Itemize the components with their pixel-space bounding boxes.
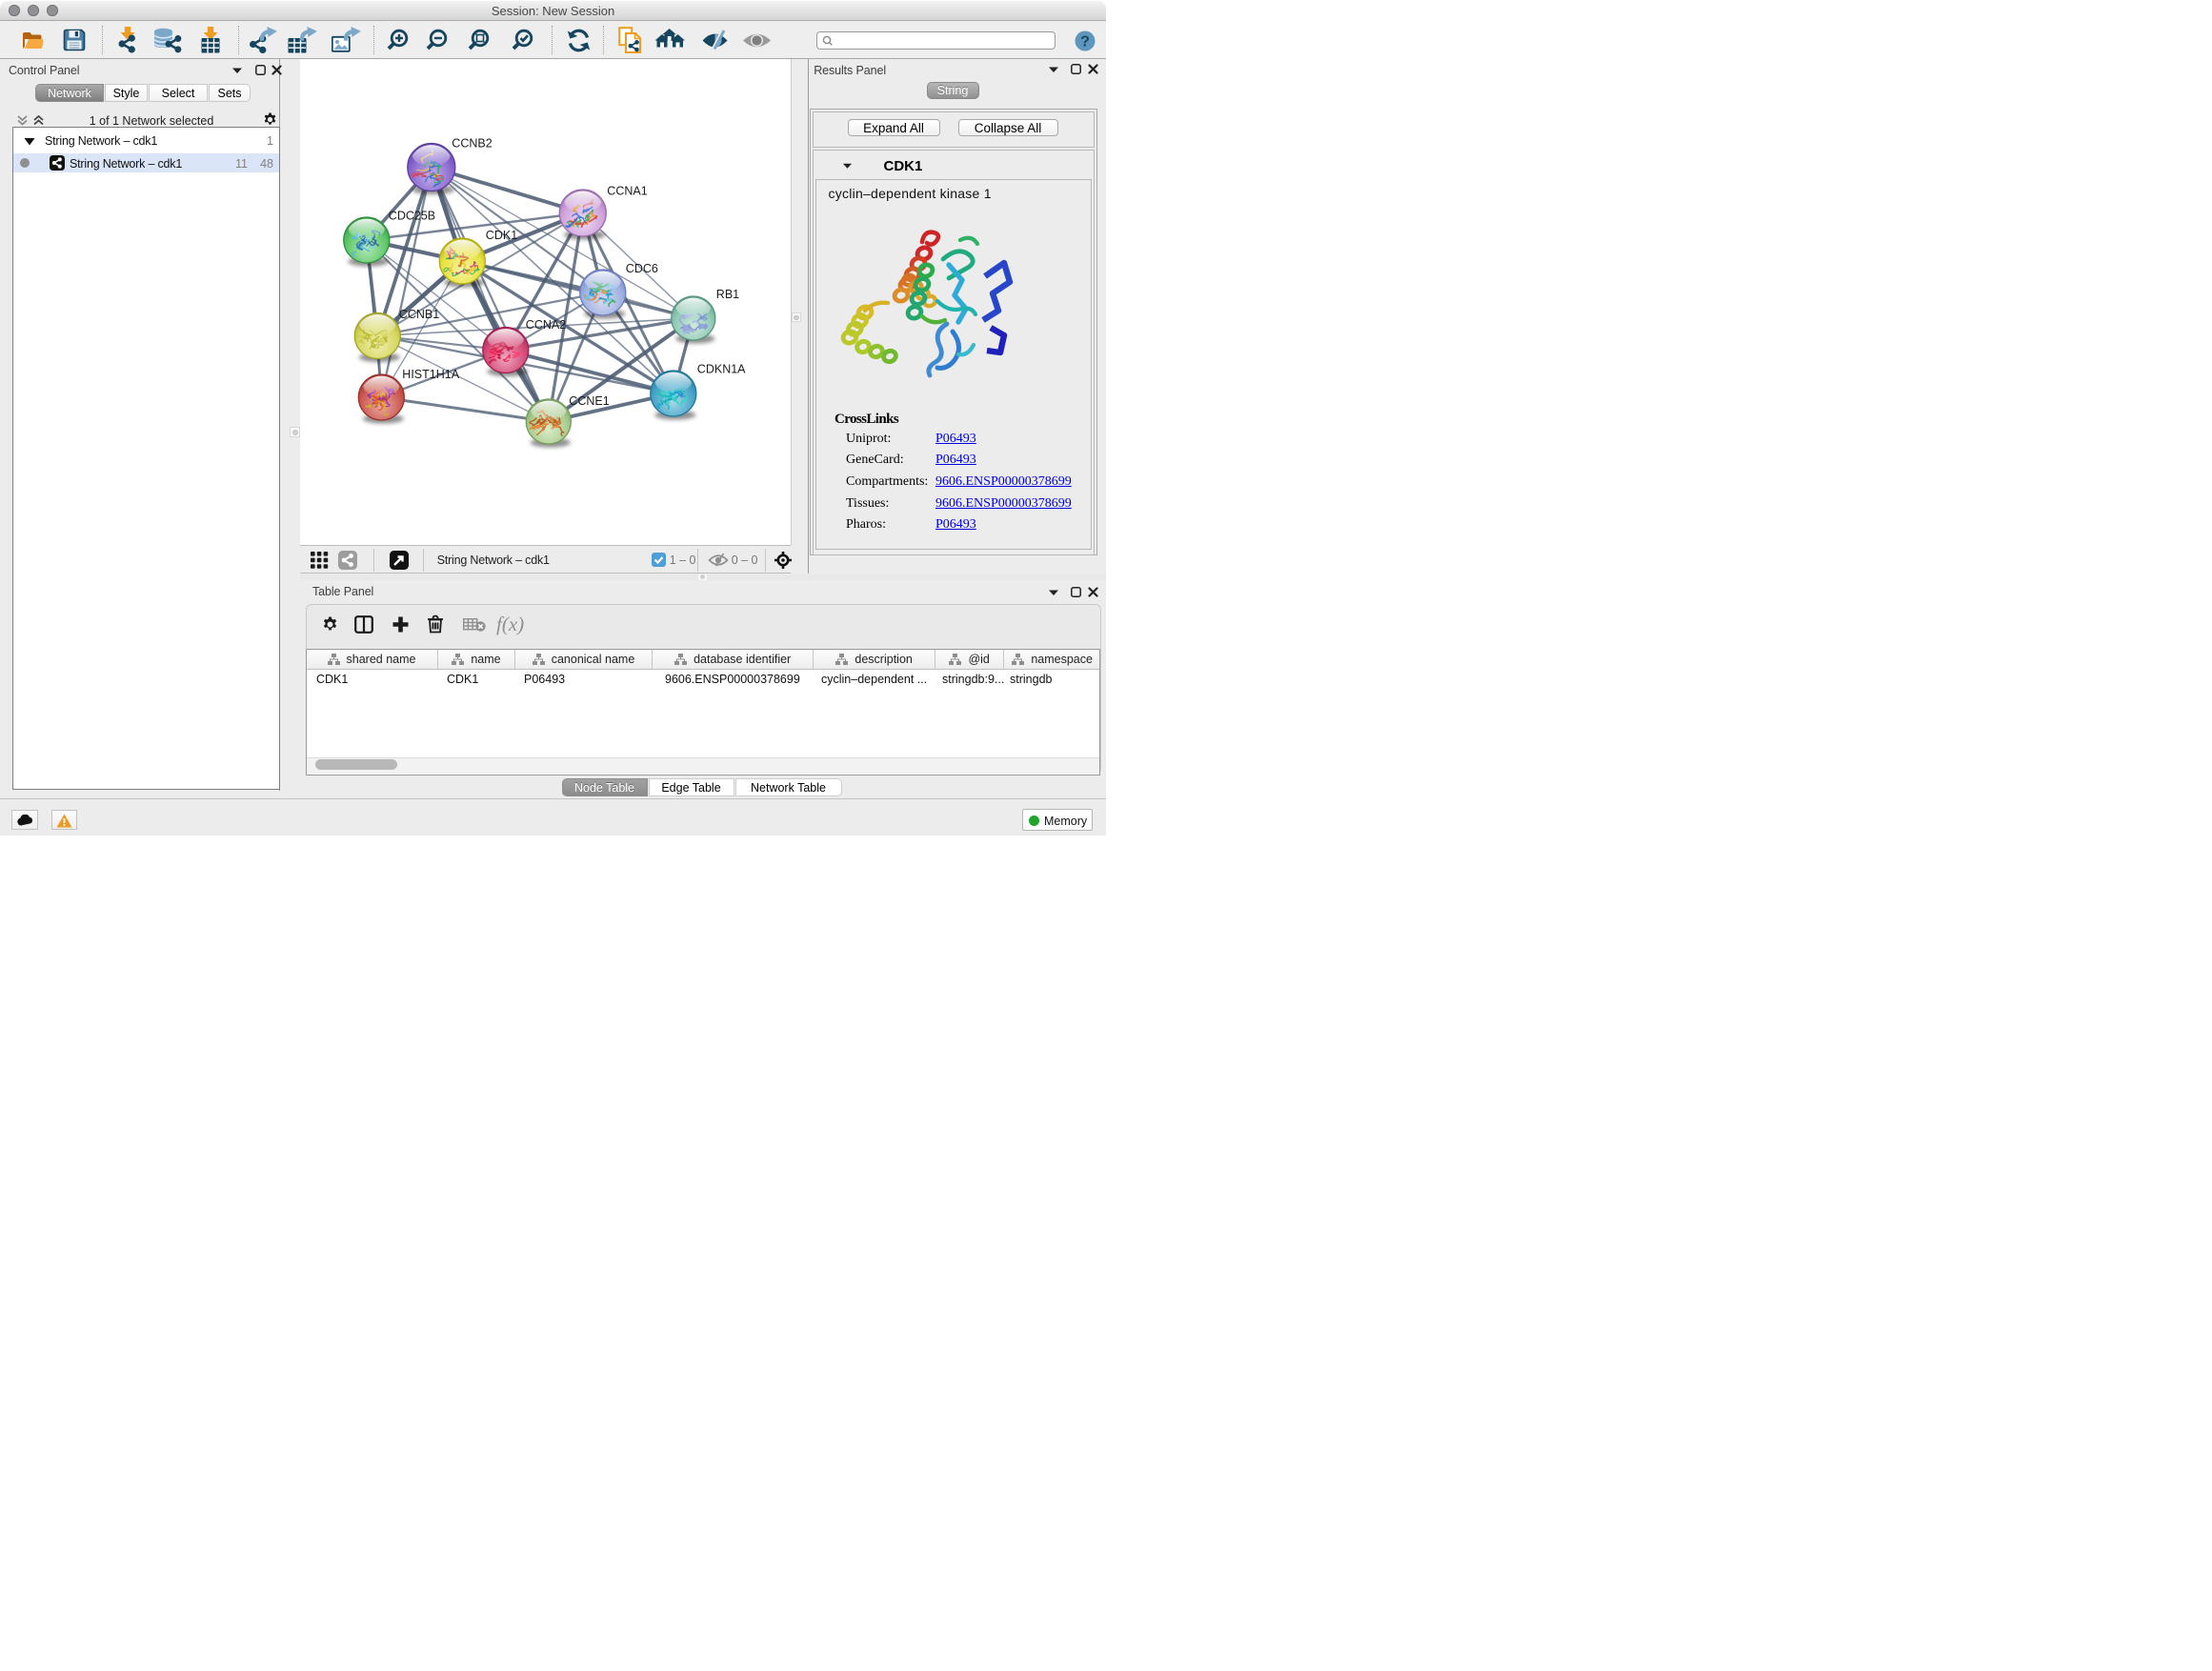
svg-text:CCNE1: CCNE1 bbox=[569, 394, 609, 408]
svg-text:CDKN1A: CDKN1A bbox=[696, 363, 745, 376]
svg-text:?: ? bbox=[1080, 33, 1090, 50]
svg-text:CCNB2: CCNB2 bbox=[452, 137, 492, 151]
svg-text:CDK1: CDK1 bbox=[485, 229, 516, 242]
svg-text:CDC6: CDC6 bbox=[625, 262, 657, 275]
svg-text:CDC25B: CDC25B bbox=[388, 210, 434, 223]
svg-text:HIST1H1A: HIST1H1A bbox=[402, 368, 459, 381]
svg-text:CCNB1: CCNB1 bbox=[398, 308, 438, 321]
svg-text:CCNA1: CCNA1 bbox=[607, 185, 647, 198]
svg-text:CCNA2: CCNA2 bbox=[525, 318, 565, 332]
svg-text:RB1: RB1 bbox=[715, 288, 738, 301]
